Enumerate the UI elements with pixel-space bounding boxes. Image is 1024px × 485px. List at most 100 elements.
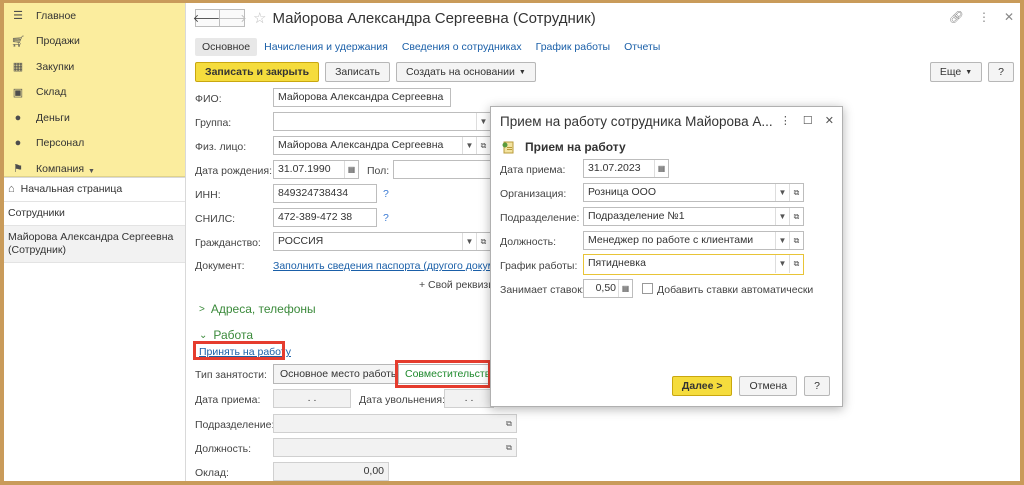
open-window-label: Начальная страница — [20, 183, 123, 195]
save-close-button[interactable]: Записать и закрыть — [195, 62, 320, 82]
link-icon[interactable]: 🔗︎ — [949, 10, 964, 24]
sidebar-item-label: Персонал — [36, 137, 85, 150]
next-button[interactable]: Далее > — [671, 376, 733, 396]
department-field[interactable]: ⧉ — [273, 414, 517, 433]
tabs: Основное Начисления и удержания Сведения… — [187, 37, 1020, 57]
calendar-icon[interactable]: ▦ — [654, 160, 668, 177]
tab-reports[interactable]: Отчеты — [617, 38, 667, 56]
open-icon[interactable]: ⧉ — [502, 415, 516, 432]
chevron-down-icon[interactable]: ▼ — [775, 232, 789, 249]
dlg-org-field[interactable]: Розница ООО ▼ ⧉ — [583, 183, 804, 202]
calculator-icon[interactable]: ▦ — [618, 280, 632, 297]
sidebar-item-main[interactable]: ☰ Главное — [4, 3, 185, 29]
person-value: Майорова Александра Сергеевна — [278, 139, 444, 151]
chevron-down-icon[interactable]: ▼ — [462, 137, 476, 154]
open-window-employees[interactable]: Сотрудники — [4, 202, 185, 226]
document-label: Документ: — [195, 260, 245, 272]
person-label: Физ. лицо: — [195, 141, 247, 153]
tab-schedule[interactable]: График работы — [529, 38, 617, 56]
dlg-schedule-label: График работы: — [500, 260, 578, 272]
sidebar-item-personnel[interactable]: ● Персонал — [4, 131, 185, 157]
help-button[interactable]: ? — [988, 62, 1014, 82]
create-based-button[interactable]: Создать на основании ▼ — [395, 62, 536, 82]
dlg-position-field[interactable]: Менеджер по работе с клиентами ▼ ⧉ — [583, 231, 804, 250]
snils-help-icon[interactable]: ? — [383, 212, 389, 224]
chevron-down-icon[interactable]: ▼ — [462, 233, 476, 250]
open-icon[interactable]: ⧉ — [476, 137, 490, 154]
group-work[interactable]: ⌄ Работа — [199, 328, 253, 342]
more-button[interactable]: Еще ▼ — [929, 62, 983, 82]
person-field[interactable]: Майорова Александра Сергеевна ▼ ⧉ — [273, 136, 491, 155]
dlg-hire-date-value: 31.07.2023 — [588, 162, 641, 174]
open-window-home[interactable]: ⌂ Начальная страница — [4, 178, 185, 202]
star-icon[interactable]: ☆ — [253, 9, 266, 27]
group-addresses[interactable]: > Адреса, телефоны — [199, 302, 316, 316]
group-field[interactable]: ▼ — [273, 112, 491, 131]
dialog-heading: Прием на работу — [501, 140, 626, 154]
open-icon[interactable]: ⧉ — [502, 439, 516, 456]
close-icon[interactable]: ✕ — [825, 114, 834, 127]
sidebar-item-money[interactable]: ● Деньги — [4, 105, 185, 131]
close-icon[interactable]: ✕ — [1004, 10, 1014, 24]
tab-main[interactable]: Основное — [195, 38, 258, 56]
salary-field[interactable]: 0,00 — [273, 462, 389, 481]
dialog-help-button[interactable]: ? — [804, 376, 830, 396]
create-based-label: Создать на основании — [405, 66, 515, 78]
inn-field[interactable]: 849324738434 — [273, 184, 377, 203]
chevron-down-icon[interactable]: ▼ — [775, 184, 789, 201]
more-icon[interactable]: ⋮ — [780, 114, 791, 127]
back-button[interactable]: 🡐 — [193, 9, 222, 27]
chevron-right-icon: > — [199, 303, 205, 315]
hire-date-field[interactable]: . . — [273, 389, 351, 408]
open-icon[interactable]: ⧉ — [789, 184, 803, 201]
dlg-rates-field[interactable]: 0,50 ▦ — [583, 279, 633, 298]
tab-accruals[interactable]: Начисления и удержания — [257, 38, 395, 56]
cancel-button[interactable]: Отмена — [739, 376, 798, 396]
dlg-dept-field[interactable]: Подразделение №1 ▼ ⧉ — [583, 207, 804, 226]
sidebar-item-sales[interactable]: 🛒︎ Продажи — [4, 29, 185, 55]
open-icon[interactable]: ⧉ — [476, 233, 490, 250]
dob-label: Дата рождения: — [195, 165, 272, 177]
dlg-schedule-field[interactable]: Пятидневка ▼ ⧉ — [583, 254, 804, 275]
save-button[interactable]: Записать — [325, 62, 390, 82]
calendar-icon[interactable]: ▦ — [344, 161, 358, 178]
dlg-position-label: Должность: — [500, 236, 557, 248]
auto-rates-checkbox[interactable] — [642, 283, 653, 294]
open-icon[interactable]: ⧉ — [789, 255, 803, 273]
sidebar-item-label: Закупки — [36, 60, 75, 73]
sidebar-item-warehouse[interactable]: ▣ Склад — [4, 80, 185, 106]
open-window-employee-card[interactable]: Майорова Александра Сергеевна (Сотрудник… — [4, 226, 185, 263]
forward-button[interactable]: 🡒 — [217, 9, 247, 27]
tab-employee-info[interactable]: Сведения о сотрудниках — [395, 38, 529, 56]
fio-field[interactable]: Майорова Александра Сергеевна — [273, 88, 451, 107]
inn-help-icon[interactable]: ? — [383, 188, 389, 200]
position-field[interactable]: ⧉ — [273, 438, 517, 457]
salary-label: Оклад: — [195, 467, 229, 479]
open-window-label: Сотрудники — [8, 207, 65, 219]
citizenship-label: Гражданство: — [195, 237, 261, 249]
main-place-switch[interactable]: Основное место работы — [273, 364, 406, 384]
dlg-hire-date-field[interactable]: 31.07.2023 ▦ — [583, 159, 669, 178]
sidebar-item-label: Склад — [36, 86, 67, 99]
dob-field[interactable]: 31.07.1990 ▦ — [273, 160, 359, 179]
citizenship-field[interactable]: РОССИЯ ▼ ⧉ — [273, 232, 491, 251]
person-icon: ● — [14, 137, 22, 150]
open-icon[interactable]: ⧉ — [789, 208, 803, 225]
sidebar-item-purchases[interactable]: ▦ Закупки — [4, 54, 185, 80]
page-title: Майорова Александра Сергеевна (Сотрудник… — [272, 9, 596, 27]
snils-field[interactable]: 472-389-472 38 — [273, 208, 377, 227]
sex-field[interactable] — [393, 160, 491, 179]
chevron-down-icon[interactable]: ▼ — [775, 255, 789, 273]
collapse-triangle-icon[interactable]: ▼ — [88, 168, 95, 175]
sidebar-item-label: Деньги — [36, 111, 70, 124]
inn-label: ИНН: — [195, 189, 221, 201]
dismissal-field[interactable]: . . — [444, 389, 494, 408]
fill-passport-link[interactable]: Заполнить сведения паспорта (другого док… — [273, 260, 517, 272]
add-custom-detail[interactable]: + Свой реквизит — [419, 279, 499, 291]
maximize-icon[interactable]: ☐ — [803, 114, 813, 127]
chevron-down-icon[interactable]: ▼ — [775, 208, 789, 225]
chevron-down-icon: ▼ — [965, 68, 973, 76]
more-icon[interactable]: ⋮ — [978, 10, 990, 24]
open-icon[interactable]: ⧉ — [789, 232, 803, 249]
chevron-down-icon[interactable]: ▼ — [476, 113, 490, 130]
